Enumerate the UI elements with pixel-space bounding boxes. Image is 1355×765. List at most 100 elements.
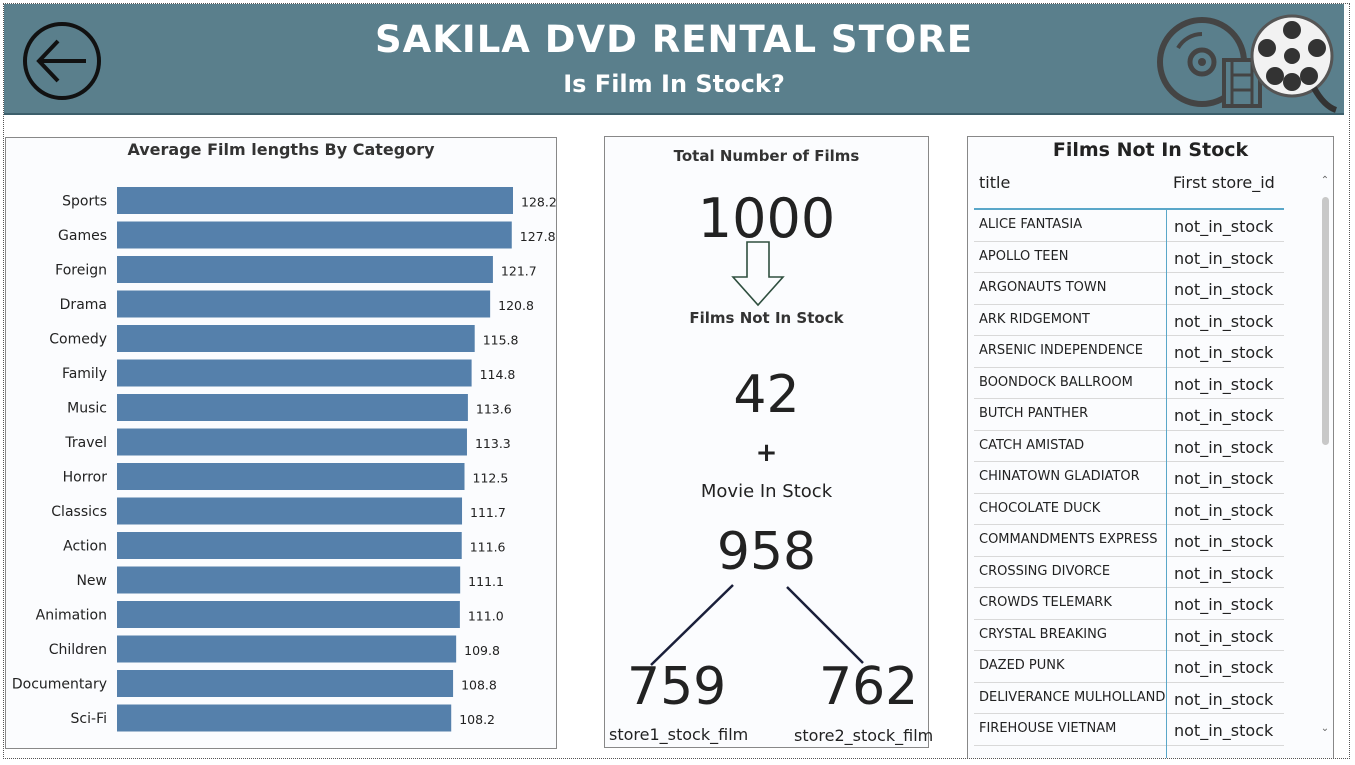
- cell-store-id: not_in_stock: [1174, 248, 1274, 268]
- table-row[interactable]: FIREHOUSE VIETNAM not_in_stock: [974, 714, 1284, 746]
- page-title: SAKILA DVD RENTAL STORE: [374, 18, 974, 61]
- category-label: New: [76, 573, 107, 589]
- data-label: 127.8: [520, 229, 556, 244]
- bar-horror[interactable]: [117, 463, 465, 490]
- table-row[interactable]: ALICE FANTASIA not_in_stock: [974, 210, 1284, 242]
- cell-title: BUTCH PANTHER: [979, 406, 1089, 421]
- data-label: 108.8: [461, 678, 497, 693]
- table-title: Films Not In Stock: [1052, 139, 1249, 161]
- cell-title: APOLLO TEEN: [979, 248, 1069, 264]
- scroll-up-icon[interactable]: ⌃: [1318, 175, 1332, 186]
- data-label: 108.2: [459, 712, 495, 727]
- movie-in-stock-label: Movie In Stock: [700, 481, 833, 502]
- cell-store-id: not_in_stock: [1174, 374, 1274, 394]
- bar-action[interactable]: [117, 532, 462, 559]
- bar-new[interactable]: [117, 566, 461, 594]
- bar-foreign[interactable]: [117, 256, 493, 283]
- category-label: Animation: [36, 608, 107, 624]
- bar-classics[interactable]: [117, 497, 463, 525]
- category-label: Foreign: [55, 263, 107, 279]
- table-row[interactable]: COMMANDMENTS EXPRESS not_in_stock: [974, 525, 1284, 557]
- table-row[interactable]: CATCH AMISTAD not_in_stock: [974, 431, 1284, 462]
- bar-comedy[interactable]: [117, 325, 475, 352]
- bar-animation[interactable]: [117, 601, 460, 628]
- category-label: Travel: [64, 435, 107, 451]
- data-label: 120.8: [498, 298, 534, 313]
- cell-store-id: not_in_stock: [1174, 343, 1274, 362]
- bar-children[interactable]: [117, 635, 457, 663]
- cell-store-id: not_in_stock: [1174, 626, 1274, 646]
- cell-title: FIREHOUSE VIETNAM: [979, 721, 1117, 736]
- table-scrollbar[interactable]: ⌃ ⌄: [1318, 173, 1332, 743]
- films-not-in-stock-table: Films Not In Stock title First store_id …: [967, 136, 1334, 758]
- store1-stock-value: 759: [627, 657, 727, 717]
- cell-title: DAZED PUNK: [979, 658, 1065, 673]
- down-arrow-icon: [731, 241, 785, 307]
- films-not-in-stock-value: 42: [733, 365, 800, 425]
- table-row[interactable]: BUTCH PANTHER not_in_stock: [974, 399, 1284, 431]
- column-header-title[interactable]: title: [979, 173, 1010, 192]
- page-subtitle: Is Film In Stock?: [563, 70, 785, 98]
- table-row[interactable]: CROSSING DIVORCE not_in_stock: [974, 557, 1284, 588]
- cell-title: ALICE FANTASIA: [979, 217, 1083, 232]
- category-label: Action: [63, 539, 107, 555]
- cell-store-id: not_in_stock: [1174, 280, 1274, 299]
- column-header-store-id[interactable]: First store_id: [1173, 173, 1275, 192]
- data-label: 111.0: [468, 609, 504, 624]
- bar-sci-fi[interactable]: [117, 704, 452, 732]
- category-label: Sci-Fi: [71, 711, 107, 727]
- bar-documentary[interactable]: [117, 670, 454, 697]
- cell-store-id: not_in_stock: [1174, 406, 1274, 425]
- data-label: 111.6: [470, 540, 506, 555]
- data-label: 111.1: [468, 574, 504, 589]
- category-label: Children: [49, 642, 107, 658]
- movie-in-stock-value: 958: [716, 522, 817, 582]
- table-row[interactable]: ARGONAUTS TOWN not_in_stock: [974, 273, 1284, 305]
- cell-title: CROSSING DIVORCE: [979, 563, 1111, 579]
- table-row[interactable]: CHOCOLATE DUCK not_in_stock: [974, 494, 1284, 525]
- table-row[interactable]: CROWDS TELEMARK not_in_stock: [974, 588, 1284, 620]
- scroll-down-icon[interactable]: ⌄: [1318, 723, 1332, 734]
- cell-title: COMMANDMENTS EXPRESS: [979, 532, 1158, 547]
- cell-store-id: not_in_stock: [1174, 437, 1274, 457]
- split-line-left: [650, 584, 734, 666]
- cell-store-id: not_in_stock: [1174, 721, 1274, 740]
- plus-sign: +: [755, 438, 778, 468]
- cell-store-id: not_in_stock: [1174, 658, 1274, 677]
- store2-stock-value: 762: [819, 657, 919, 717]
- bar-family[interactable]: [117, 359, 472, 387]
- cell-title: BOONDOCK BALLROOM: [979, 374, 1133, 390]
- bar-travel[interactable]: [117, 428, 467, 456]
- data-label: 113.3: [475, 436, 511, 451]
- table-row[interactable]: BOONDOCK BALLROOM not_in_stock: [974, 368, 1284, 399]
- data-label: 109.8: [464, 643, 500, 658]
- cell-title: CATCH AMISTAD: [979, 437, 1085, 453]
- stock-kpi-panel: Total Number of Films 1000 Films Not In …: [604, 136, 933, 748]
- table-row[interactable]: DAZED PUNK not_in_stock: [974, 651, 1284, 683]
- table-row[interactable]: APOLLO TEEN not_in_stock: [974, 242, 1284, 273]
- bar-games[interactable]: [117, 221, 512, 249]
- table-row[interactable]: CHINATOWN GLADIATOR not_in_stock: [974, 462, 1284, 494]
- data-label: 111.7: [470, 505, 506, 520]
- cell-store-id: not_in_stock: [1174, 563, 1274, 583]
- table-row[interactable]: ARSENIC INDEPENDENCE not_in_stock: [974, 336, 1284, 368]
- data-label: 112.5: [473, 471, 509, 486]
- data-label: 128.2: [521, 195, 557, 210]
- data-label: 121.7: [501, 264, 537, 279]
- table-row[interactable]: CRYSTAL BREAKING not_in_stock: [974, 620, 1284, 651]
- category-label: Sports: [62, 194, 107, 210]
- bar-drama[interactable]: [117, 290, 491, 318]
- avg-film-length-chart: Average Film lengths By Category Sports 1…: [5, 137, 557, 749]
- category-label: Classics: [51, 504, 107, 520]
- store2-stock-label: store2_stock_film: [794, 726, 934, 745]
- category-label: Family: [62, 366, 107, 382]
- bar-sports[interactable]: [117, 187, 513, 214]
- bar-music[interactable]: [117, 394, 468, 421]
- table-row[interactable]: DELIVERANCE MULHOLLAND not_in_stock: [974, 683, 1284, 714]
- table-row[interactable]: ARK RIDGEMONT not_in_stock: [974, 305, 1284, 336]
- cell-store-id: not_in_stock: [1174, 532, 1274, 551]
- scrollbar-thumb[interactable]: [1322, 197, 1329, 445]
- category-label: Horror: [63, 470, 108, 486]
- cell-store-id: not_in_stock: [1174, 311, 1274, 331]
- category-label: Documentary: [12, 677, 107, 693]
